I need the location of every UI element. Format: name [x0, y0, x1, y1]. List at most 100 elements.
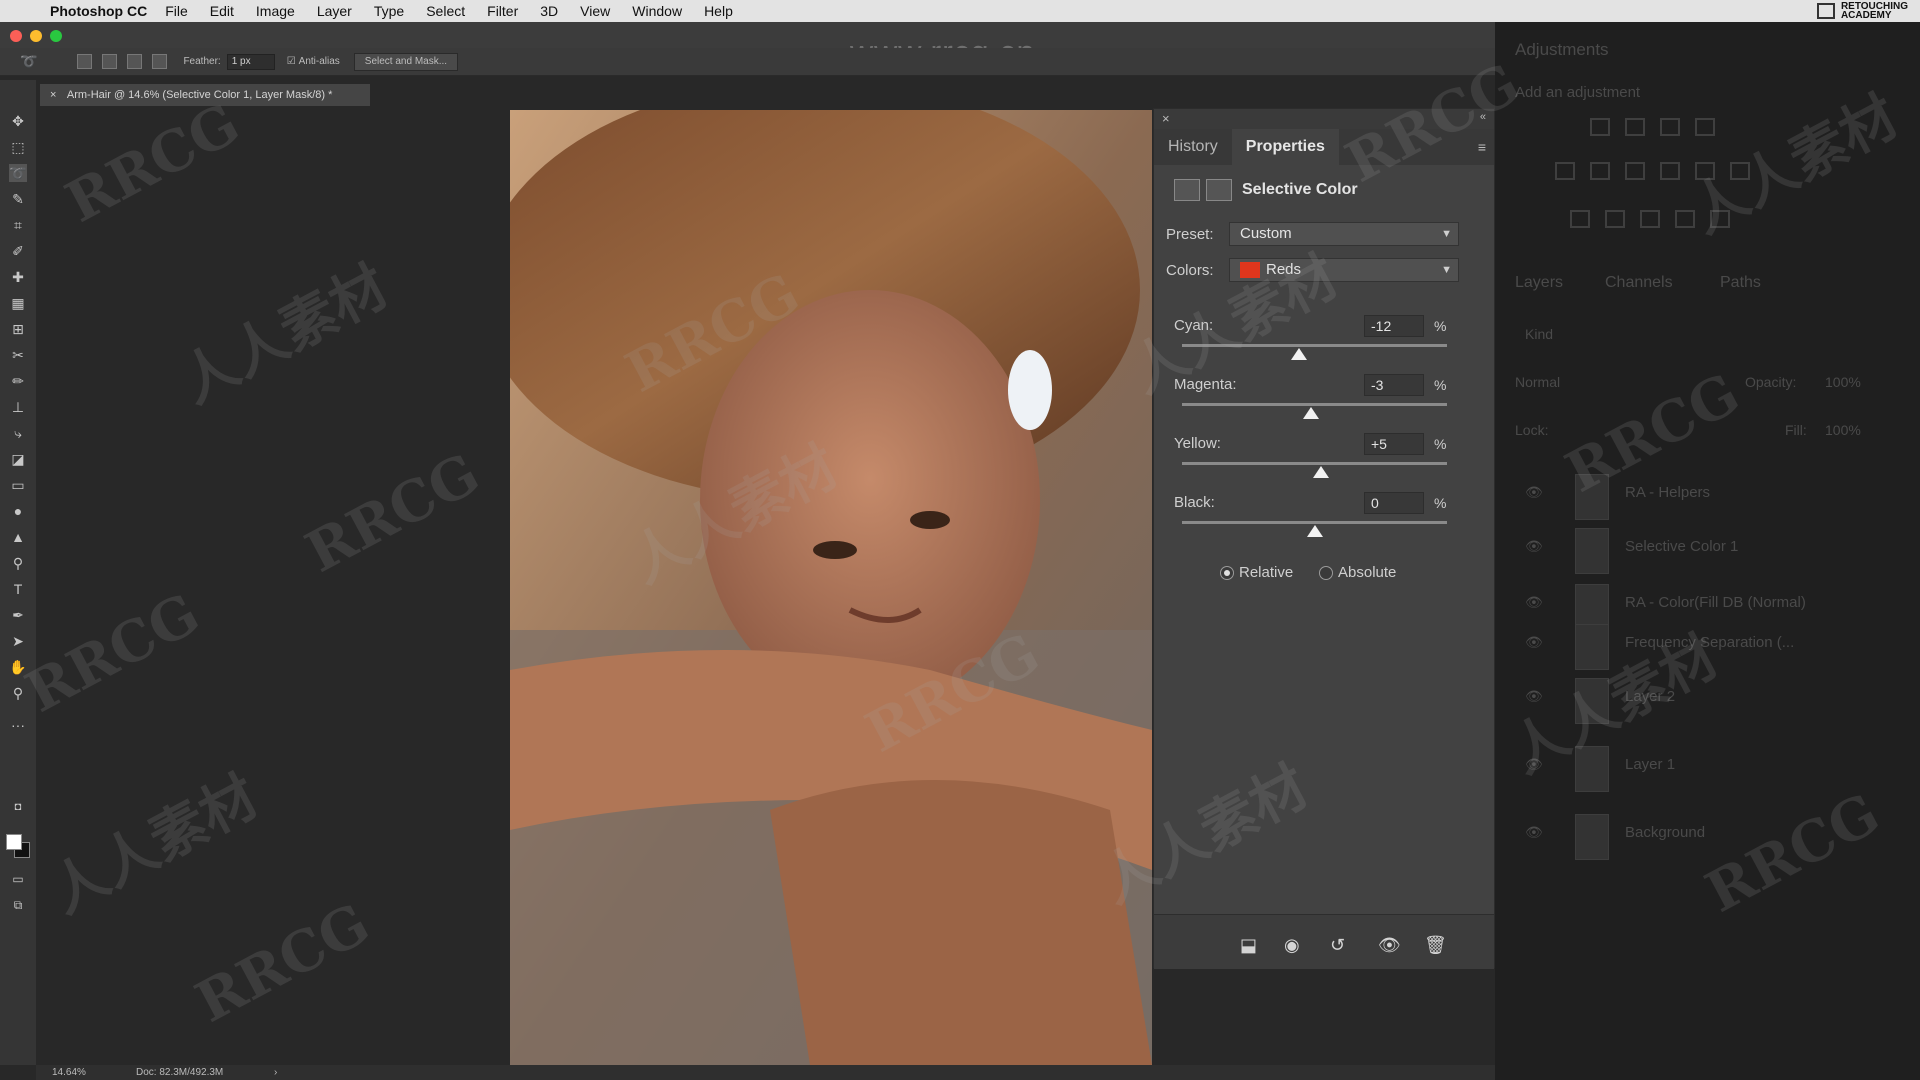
exposure-icon[interactable]	[1695, 118, 1715, 136]
crop-tool-icon[interactable]: ⌗	[9, 216, 27, 234]
tab-paths[interactable]: Paths	[1720, 274, 1761, 292]
healing-brush-tool-icon[interactable]: ✚	[9, 268, 27, 286]
slider-thumb[interactable]	[1306, 525, 1323, 537]
pattern-tool-icon[interactable]: ✂	[9, 346, 27, 364]
quick-select-tool-icon[interactable]: ✎	[9, 190, 27, 208]
dodge-tool-icon[interactable]: ⚲	[9, 554, 27, 572]
panel-menu-icon[interactable]: ≡	[1478, 139, 1486, 155]
photo-filter-icon[interactable]	[1695, 162, 1715, 180]
subtract-selection-icon[interactable]	[127, 54, 143, 69]
add-selection-icon[interactable]	[102, 54, 118, 69]
tab-channels[interactable]: Channels	[1605, 274, 1673, 292]
colors-dropdown[interactable]: Reds ▼	[1229, 258, 1459, 282]
threshold-icon[interactable]	[1640, 210, 1660, 228]
curves-icon[interactable]	[1660, 118, 1680, 136]
menu-image[interactable]: Image	[256, 3, 295, 19]
blend-mode-select[interactable]: Normal	[1515, 374, 1560, 390]
close-tab-icon[interactable]: ×	[50, 89, 56, 101]
menu-file[interactable]: File	[165, 3, 188, 19]
more-tools-icon[interactable]: ···	[9, 716, 27, 734]
slider-thumb[interactable]	[1302, 407, 1319, 419]
close-panel-icon[interactable]: ×	[1162, 111, 1170, 126]
marquee-tool-icon[interactable]: ⬚	[9, 138, 27, 156]
color-balance-icon[interactable]	[1625, 162, 1645, 180]
hue-sat-icon[interactable]	[1590, 162, 1610, 180]
tab-layers[interactable]: Layers	[1515, 274, 1563, 292]
levels-icon[interactable]	[1625, 118, 1645, 136]
posterize-icon[interactable]	[1605, 210, 1625, 228]
intersect-selection-icon[interactable]	[152, 54, 168, 69]
hand-tool-icon[interactable]: ✋	[9, 658, 27, 676]
slider-value-input[interactable]: -12	[1364, 315, 1424, 337]
move-tool-icon[interactable]: ✥	[9, 112, 27, 130]
menu-edit[interactable]: Edit	[210, 3, 234, 19]
layer-row[interactable]: 👁 Layer 2	[1515, 678, 1910, 740]
status-arrow-icon[interactable]: ›	[274, 1065, 277, 1080]
layer-row[interactable]: 👁 Layer 1	[1515, 746, 1910, 808]
brush-tool-icon[interactable]: ✏	[9, 372, 27, 390]
zoom-tool-icon[interactable]: ⚲	[9, 684, 27, 702]
doc-size[interactable]: Doc: 82.3M/492.3M	[136, 1065, 223, 1080]
visibility-eye-icon[interactable]: 👁	[1525, 824, 1543, 841]
pen-tool-icon[interactable]: ✒	[9, 606, 27, 624]
menu-window[interactable]: Window	[632, 3, 682, 19]
document-canvas-photo[interactable]	[510, 110, 1152, 1065]
select-and-mask-button[interactable]: Select and Mask...	[353, 52, 459, 71]
slider-thumb[interactable]	[1313, 466, 1330, 478]
minimize-window-button[interactable]	[30, 30, 42, 42]
antialias-checkbox[interactable]: ☑	[287, 56, 296, 67]
type-tool-icon[interactable]: T	[9, 580, 27, 598]
visibility-eye-icon[interactable]: 👁	[1525, 634, 1543, 651]
feather-input[interactable]: 1 px	[226, 53, 275, 70]
menu-filter[interactable]: Filter	[487, 3, 518, 19]
frame-icon[interactable]: ⧉	[9, 896, 27, 914]
brightness-icon[interactable]	[1590, 118, 1610, 136]
slider-thumb[interactable]	[1290, 348, 1307, 360]
blur-tool-icon[interactable]: ●	[9, 502, 27, 520]
absolute-radio[interactable]	[1319, 566, 1333, 580]
clip-to-layer-icon[interactable]: ⬓	[1240, 935, 1257, 956]
slider-value-input[interactable]: 0	[1364, 492, 1424, 514]
slider-track[interactable]	[1182, 344, 1447, 347]
channel-mixer-icon[interactable]	[1730, 162, 1750, 180]
close-window-button[interactable]	[10, 30, 22, 42]
lasso-tool-icon[interactable]: ➰	[9, 164, 27, 182]
stamp-tool-icon[interactable]: ⊞	[9, 320, 27, 338]
slider-value-input[interactable]: +5	[1364, 433, 1424, 455]
lasso-tool-icon[interactable]: ➰	[20, 53, 37, 70]
bw-icon[interactable]	[1660, 162, 1680, 180]
mask-icon[interactable]	[1206, 179, 1232, 201]
patch-tool-icon[interactable]: ▦	[9, 294, 27, 312]
layer-row[interactable]: 👁 Background	[1515, 814, 1910, 876]
preset-dropdown[interactable]: Custom ▼	[1229, 222, 1459, 246]
tab-properties[interactable]: Properties	[1231, 129, 1339, 165]
menu-help[interactable]: Help	[704, 3, 733, 19]
opacity-value[interactable]: 100%	[1825, 374, 1861, 390]
invert-icon[interactable]	[1570, 210, 1590, 228]
trash-icon[interactable]: 🗑	[1424, 935, 1447, 956]
slider-track[interactable]	[1182, 521, 1447, 524]
document-tab[interactable]: × Arm-Hair @ 14.6% (Selective Color 1, L…	[40, 84, 370, 106]
slider-value-input[interactable]: -3	[1364, 374, 1424, 396]
eyedropper-tool-icon[interactable]: ✐	[9, 242, 27, 260]
new-selection-icon[interactable]	[77, 54, 93, 69]
zoom-window-button[interactable]	[50, 30, 62, 42]
gradient-map-icon[interactable]	[1710, 210, 1730, 228]
quick-mask-icon[interactable]: ◘	[9, 798, 27, 816]
eraser-tool-icon[interactable]: ◪	[9, 450, 27, 468]
kind-filter[interactable]: Kind	[1525, 326, 1553, 342]
menu-type[interactable]: Type	[374, 3, 404, 19]
view-previous-state-icon[interactable]: ◉	[1284, 935, 1300, 956]
menu-layer[interactable]: Layer	[317, 3, 352, 19]
tab-history[interactable]: History	[1154, 129, 1232, 165]
path-select-tool-icon[interactable]: ➤	[9, 632, 27, 650]
visibility-eye-icon[interactable]: 👁	[1525, 538, 1543, 555]
foreground-color-swatch[interactable]	[6, 834, 22, 850]
visibility-eye-icon[interactable]: 👁	[1525, 688, 1543, 705]
menu-select[interactable]: Select	[426, 3, 465, 19]
vibrance-icon[interactable]	[1555, 162, 1575, 180]
reset-icon[interactable]: ↺	[1330, 935, 1345, 956]
visibility-eye-icon[interactable]: 👁	[1525, 594, 1543, 611]
zoom-level[interactable]: 14.64%	[52, 1065, 86, 1080]
relative-radio[interactable]	[1220, 566, 1234, 580]
